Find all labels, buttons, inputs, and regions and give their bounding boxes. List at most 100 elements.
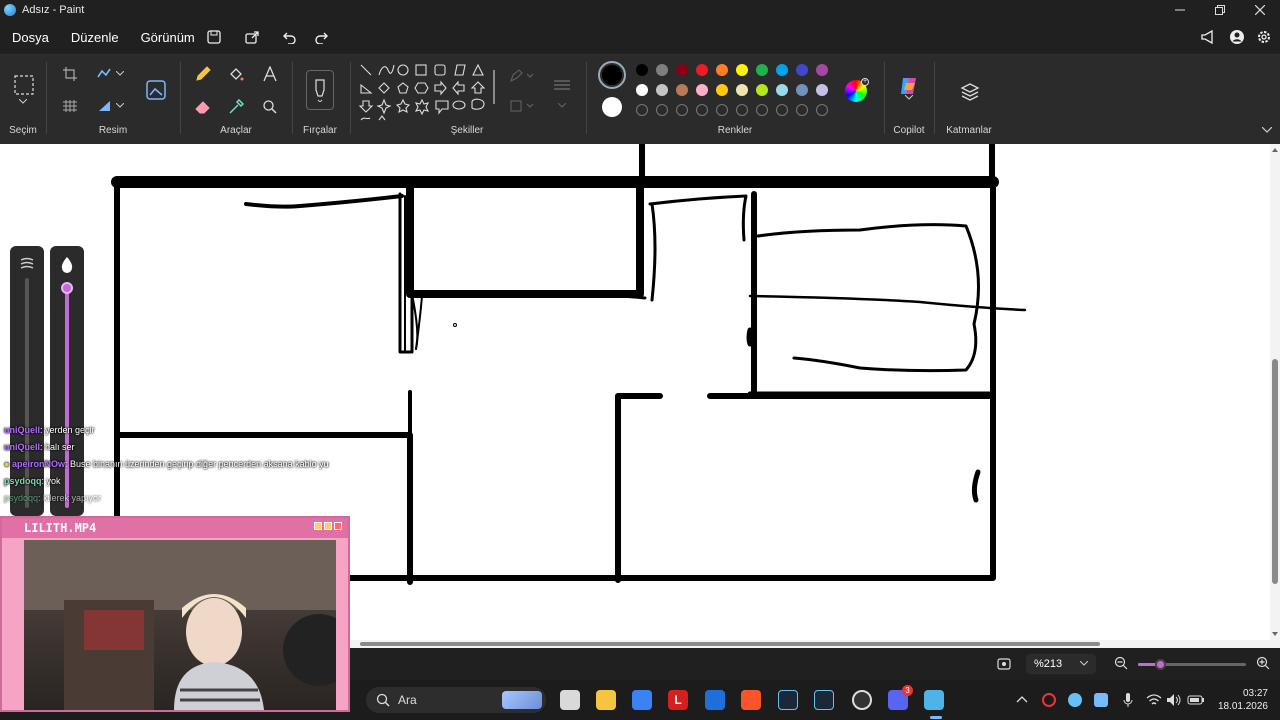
tray-cloud-icon[interactable] xyxy=(1094,693,1108,707)
close-button[interactable] xyxy=(1240,0,1280,20)
color-swatch[interactable] xyxy=(636,64,648,76)
opacity-slider-track[interactable] xyxy=(65,286,69,508)
color-swatch[interactable] xyxy=(736,84,748,96)
zoom-in-button[interactable] xyxy=(1256,656,1270,673)
app-l-icon[interactable]: L xyxy=(668,690,688,710)
magnifier-tool[interactable] xyxy=(260,97,280,117)
shapes-gallery[interactable] xyxy=(358,62,498,124)
color-swatch[interactable] xyxy=(676,84,688,96)
custom-color-slot[interactable] xyxy=(816,104,828,116)
custom-color-slot[interactable] xyxy=(636,104,648,116)
shape-fill-button[interactable] xyxy=(508,96,536,116)
paint-taskbar-icon[interactable] xyxy=(924,690,944,710)
obs-icon[interactable] xyxy=(852,690,872,710)
microphone-icon[interactable] xyxy=(1122,692,1134,708)
color-swatch[interactable] xyxy=(656,64,668,76)
steam-icon[interactable] xyxy=(778,690,798,710)
brush-size-slider-track[interactable] xyxy=(25,278,29,508)
color-swatch[interactable] xyxy=(816,84,828,96)
share-button[interactable] xyxy=(242,27,262,47)
color-swatch[interactable] xyxy=(716,64,728,76)
tray-steam-icon[interactable] xyxy=(1068,693,1082,707)
custom-color-slot[interactable] xyxy=(796,104,808,116)
horizontal-scroll-thumb[interactable] xyxy=(360,642,1100,646)
crop-button[interactable] xyxy=(60,64,80,84)
feedback-button[interactable] xyxy=(1198,27,1218,47)
steam-alt-icon[interactable] xyxy=(814,690,834,710)
color-swatch[interactable] xyxy=(696,84,708,96)
copilot-dropdown[interactable] xyxy=(899,92,919,104)
zoom-dropdown[interactable]: %213 xyxy=(1026,654,1096,674)
zoom-out-button[interactable] xyxy=(1114,656,1128,673)
battery-icon[interactable] xyxy=(1187,693,1205,707)
outlook-icon[interactable] xyxy=(705,690,725,710)
volume-icon[interactable] xyxy=(1166,693,1182,707)
resize-dropdown[interactable] xyxy=(114,64,126,84)
custom-color-slot[interactable] xyxy=(776,104,788,116)
color-picker-tool[interactable] xyxy=(226,97,246,117)
color-swatch[interactable] xyxy=(756,64,768,76)
mosaic-button[interactable] xyxy=(60,96,80,116)
redo-button[interactable] xyxy=(312,27,332,47)
taskbar-clock[interactable]: 03:27 18.01.2026 xyxy=(1212,687,1268,713)
color-swatch[interactable] xyxy=(736,64,748,76)
custom-color-slot[interactable] xyxy=(676,104,688,116)
save-button[interactable] xyxy=(204,27,224,47)
color-swatch[interactable] xyxy=(696,64,708,76)
stroke-size-dropdown[interactable] xyxy=(552,96,572,116)
tray-app-icon[interactable] xyxy=(1042,693,1056,707)
custom-color-slot[interactable] xyxy=(716,104,728,116)
custom-color-slot[interactable] xyxy=(736,104,748,116)
stroke-size-button[interactable] xyxy=(552,76,572,96)
collapse-ribbon-button[interactable] xyxy=(1258,122,1276,138)
custom-color-slot[interactable] xyxy=(696,104,708,116)
discord-icon[interactable]: 3 xyxy=(888,685,913,710)
pencil-tool[interactable] xyxy=(193,64,213,84)
color-swatch[interactable] xyxy=(796,84,808,96)
eraser-tool[interactable] xyxy=(193,97,213,117)
minimize-button[interactable] xyxy=(1160,0,1200,20)
undo-button[interactable] xyxy=(279,27,299,47)
menu-file[interactable]: Dosya xyxy=(12,30,49,45)
color-swatch[interactable] xyxy=(776,64,788,76)
vertical-scrollbar[interactable] xyxy=(1270,144,1280,640)
color-swatch[interactable] xyxy=(816,64,828,76)
selection-tool[interactable] xyxy=(13,74,35,96)
restore-button[interactable] xyxy=(1200,0,1240,20)
primary-color-selector[interactable] xyxy=(598,61,626,89)
chevron-up-icon[interactable] xyxy=(1016,694,1028,704)
zoom-slider-thumb[interactable] xyxy=(1154,659,1166,670)
vertical-scroll-thumb[interactable] xyxy=(1272,359,1278,584)
color-swatch[interactable] xyxy=(716,84,728,96)
color-swatch[interactable] xyxy=(796,64,808,76)
edit-colors-button[interactable]: + xyxy=(845,78,869,102)
custom-color-slot[interactable] xyxy=(656,104,668,116)
custom-color-slot[interactable] xyxy=(756,104,768,116)
text-tool[interactable] xyxy=(260,64,280,84)
wifi-icon[interactable] xyxy=(1146,693,1162,707)
taskbar-search[interactable]: Ara xyxy=(366,687,546,713)
zoom-slider[interactable] xyxy=(1138,659,1246,670)
file-explorer-icon[interactable] xyxy=(596,690,616,710)
selection-dropdown[interactable] xyxy=(13,96,33,108)
color-swatch[interactable] xyxy=(776,84,788,96)
brave-browser-icon[interactable] xyxy=(741,690,761,710)
menu-view[interactable]: Görünüm xyxy=(141,30,195,45)
color-swatch[interactable] xyxy=(636,84,648,96)
menu-edit[interactable]: Düzenle xyxy=(71,30,119,45)
rotate-dropdown[interactable] xyxy=(114,96,126,116)
opacity-slider-thumb[interactable] xyxy=(61,282,73,294)
color-swatch[interactable] xyxy=(656,84,668,96)
account-button[interactable] xyxy=(1227,27,1247,47)
layers-button[interactable] xyxy=(958,80,982,104)
task-view-icon[interactable] xyxy=(560,690,580,710)
color-swatch[interactable] xyxy=(676,64,688,76)
shape-outline-button[interactable] xyxy=(508,66,536,86)
settings-button[interactable] xyxy=(1254,27,1274,47)
store-icon[interactable] xyxy=(632,690,652,710)
image-background-button[interactable] xyxy=(144,78,168,102)
resize-button[interactable] xyxy=(94,64,114,84)
fit-to-window-button[interactable] xyxy=(996,656,1012,675)
rotate-button[interactable] xyxy=(94,96,114,116)
brushes-button[interactable] xyxy=(306,70,334,110)
